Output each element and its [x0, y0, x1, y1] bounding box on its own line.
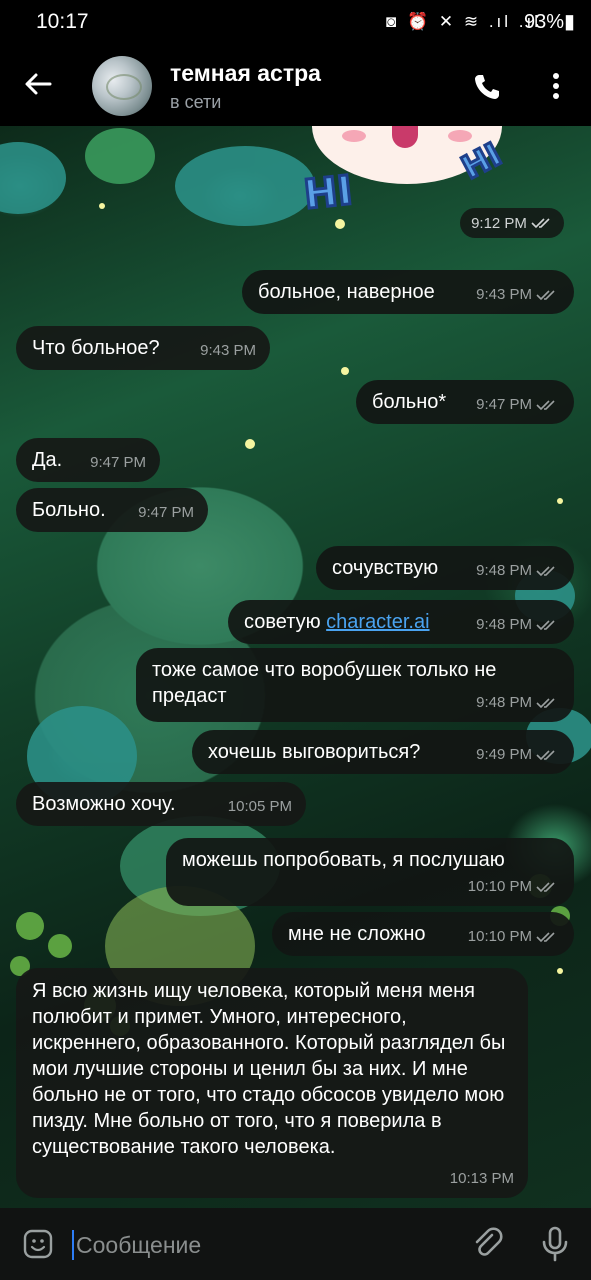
message-bubble-out[interactable]: мне не сложно 10:10 PM	[272, 912, 574, 956]
message-bubble-out[interactable]: тоже самое что воробушек только не преда…	[136, 648, 574, 722]
message-link[interactable]: character.ai	[326, 611, 429, 633]
message-meta: 9:49 PM	[476, 742, 558, 768]
attach-icon[interactable]	[470, 1226, 504, 1260]
message-time: 9:48 PM	[476, 694, 532, 711]
message-bubble-out[interactable]: можешь попробовать, я послушаю 10:10 PM	[166, 838, 574, 906]
message-bubble-out[interactable]: советую character.ai 9:48 PM	[228, 600, 574, 644]
contact-name[interactable]: темная астра	[170, 60, 321, 87]
read-ticks-icon	[536, 400, 555, 411]
message-time: 9:48 PM	[476, 562, 532, 579]
message-meta: 9:43 PM	[200, 338, 256, 364]
sticker-timestamp: 9:12 PM	[460, 208, 564, 238]
message-meta: 9:48 PM	[476, 690, 558, 716]
message-input[interactable]: Сообщение	[76, 1232, 201, 1259]
chat-header: темная астра в сети	[0, 46, 591, 126]
message-meta: 9:47 PM	[90, 450, 146, 476]
status-time: 10:17	[36, 10, 89, 33]
status-icons: ◙ ⏰ ✕ ≋ .ıl .ıl	[386, 12, 541, 31]
message-time: 10:13 PM	[449, 1170, 514, 1187]
text-cursor	[72, 1230, 74, 1260]
message-text: хочешь выговориться?	[208, 741, 421, 763]
message-text: Я всю жизнь ищу человека, который меня м…	[32, 980, 506, 1158]
message-bubble-out[interactable]: сочувствую 9:48 PM	[316, 546, 574, 590]
message-bubble-out[interactable]: больно* 9:47 PM	[356, 380, 574, 424]
message-meta: 9:48 PM	[476, 612, 558, 638]
message-time: 9:12 PM	[471, 214, 527, 232]
message-meta: 10:05 PM	[228, 794, 292, 820]
message-time: 9:47 PM	[476, 396, 532, 413]
back-arrow-icon[interactable]	[22, 68, 54, 100]
message-meta: 9:47 PM	[138, 500, 194, 526]
message-time: 9:43 PM	[476, 286, 532, 303]
contact-status: в сети	[170, 92, 222, 112]
sticker-blush	[342, 130, 366, 142]
message-bubble-in[interactable]: Я всю жизнь ищу человека, который меня м…	[16, 968, 528, 1198]
sticker-blush	[448, 130, 472, 142]
message-text: Возможно хочу.	[32, 793, 176, 815]
contact-avatar[interactable]	[92, 56, 152, 116]
message-text: больное, наверное	[258, 281, 435, 303]
message-text: сочувствую	[332, 557, 439, 579]
read-ticks-icon	[536, 750, 555, 761]
message-time: 10:10 PM	[467, 878, 532, 895]
phone-icon[interactable]	[472, 72, 502, 102]
message-meta: 9:43 PM	[476, 282, 558, 308]
message-meta: 9:47 PM	[476, 392, 558, 418]
message-time: 9:48 PM	[476, 616, 532, 633]
message-text: больно*	[372, 391, 447, 413]
battery-indicator: 93%▮	[523, 11, 575, 33]
message-bubble-in[interactable]: Что больное? 9:43 PM	[16, 326, 270, 370]
read-ticks-icon	[536, 882, 555, 893]
mic-icon[interactable]	[540, 1226, 570, 1262]
message-text: мне не сложно	[288, 923, 426, 945]
message-time: 10:10 PM	[467, 928, 532, 945]
chat-area[interactable]: HI HI 9:12 PM больное, наверное 9:43 PM …	[0, 126, 591, 1208]
message-meta: 10:13 PM	[450, 1166, 514, 1192]
more-vertical-icon[interactable]	[546, 70, 566, 102]
message-text: можешь попробовать, я послушаю	[182, 849, 505, 871]
message-time: 10:05 PM	[227, 798, 292, 815]
status-bar: 10:17 ◙ ⏰ ✕ ≋ .ıl .ıl 93%▮	[0, 0, 591, 46]
message-bubble-out[interactable]: хочешь выговориться? 9:49 PM	[192, 730, 574, 774]
message-time: 9:47 PM	[90, 454, 146, 471]
message-time: 9:47 PM	[138, 504, 194, 521]
message-time: 9:43 PM	[200, 342, 256, 359]
message-meta: 10:10 PM	[468, 874, 558, 900]
read-ticks-icon	[536, 290, 555, 301]
message-bubble-out[interactable]: больное, наверное 9:43 PM	[242, 270, 574, 314]
message-meta: 9:48 PM	[476, 558, 558, 584]
emoji-icon[interactable]	[22, 1228, 54, 1260]
message-text: Больно.	[32, 499, 106, 521]
message-meta: 10:10 PM	[468, 924, 558, 950]
message-text: Что больное?	[32, 337, 160, 359]
message-input-bar: Сообщение	[0, 1208, 591, 1280]
message-text: советую	[244, 611, 327, 633]
read-ticks-icon	[531, 218, 550, 229]
message-text: Да.	[32, 449, 63, 471]
read-ticks-icon	[536, 620, 555, 631]
sticker-hi-left: HI	[300, 166, 356, 220]
read-ticks-icon	[536, 932, 555, 943]
message-bubble-in[interactable]: Больно. 9:47 PM	[16, 488, 208, 532]
read-ticks-icon	[536, 566, 555, 577]
message-bubble-in[interactable]: Возможно хочу. 10:05 PM	[16, 782, 306, 826]
message-time: 9:49 PM	[476, 746, 532, 763]
message-bubble-in[interactable]: Да. 9:47 PM	[16, 438, 160, 482]
read-ticks-icon	[536, 698, 555, 709]
